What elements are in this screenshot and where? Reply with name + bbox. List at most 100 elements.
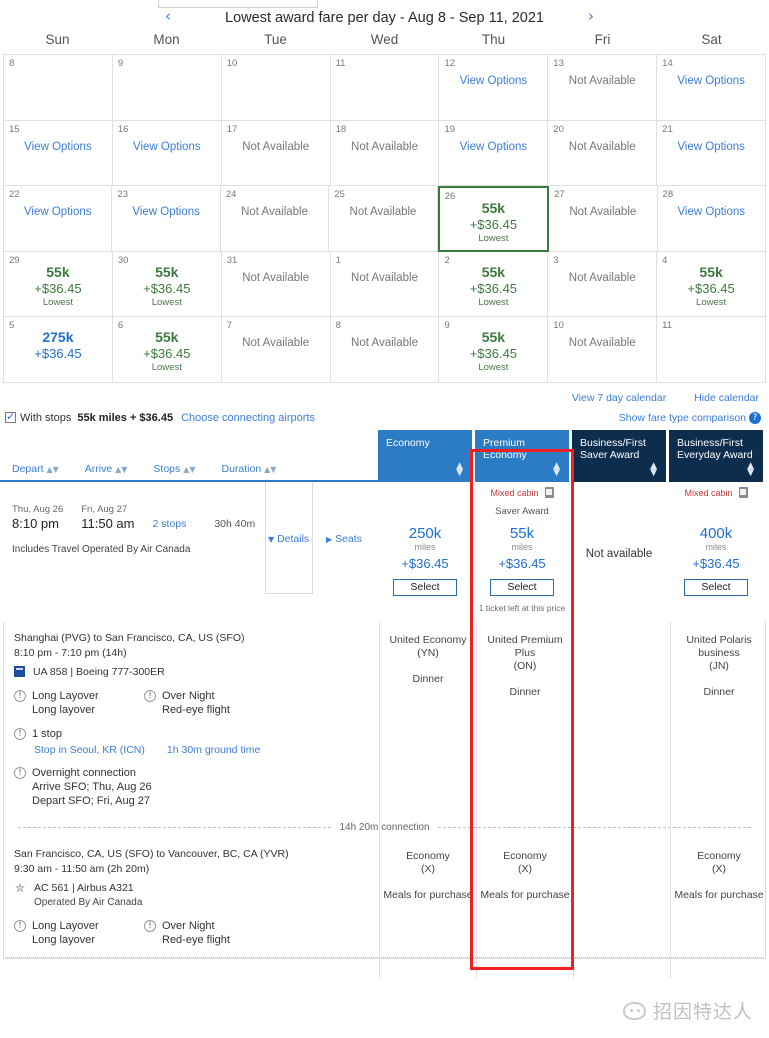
cabin-name-line: (X)	[518, 862, 532, 875]
warning-long-layover: ! Long Layover Long layover	[14, 689, 144, 717]
cabin-name-line: United Premium Plus	[487, 633, 563, 659]
view-options-link[interactable]: View Options	[657, 75, 765, 87]
calendar-day-number: 14	[662, 58, 673, 69]
calendar-day-9[interactable]: 9 55k +$36.45 Lowest	[439, 317, 549, 383]
calendar-day-8: 8	[4, 55, 113, 121]
details-button[interactable]: ▼ Details	[268, 533, 309, 545]
stops-link[interactable]: 2 stops	[152, 518, 186, 530]
alert-icon: !	[144, 919, 156, 932]
calendar-day-number: 6	[117, 320, 124, 331]
calendar-day-8[interactable]: 8 Not Available	[330, 317, 440, 383]
with-stops-checkbox[interactable]	[5, 410, 16, 423]
sort-arrows-icon: ▲▼	[264, 464, 277, 474]
sort-toggle-icon[interactable]: ▲ ▼	[747, 461, 754, 477]
calendar-day-19[interactable]: 19 View Options	[439, 120, 549, 186]
select-button[interactable]: Select	[393, 578, 457, 596]
seats-button[interactable]: ▶ Seats	[326, 533, 362, 545]
fare-column-header-0[interactable]: Economy ▲ ▼	[378, 429, 472, 482]
view-options-link[interactable]: View Options	[113, 141, 221, 153]
select-button[interactable]: Select	[684, 578, 748, 596]
warning-over-night: ! Over Night Red-eye flight	[144, 689, 274, 717]
calendar-day-31[interactable]: 31 Not Available	[221, 251, 331, 317]
calendar-day-4[interactable]: 4 55k +$36.45 Lowest	[657, 251, 767, 317]
fare-column-header-3[interactable]: Business/First Everyday Award ▲ ▼	[669, 429, 763, 482]
view-options-link[interactable]: View Options	[112, 206, 219, 218]
overnight-title: Overnight connection	[32, 766, 136, 779]
sort-by-stops[interactable]: Stops ▲▼	[153, 463, 195, 475]
calendar-day-10[interactable]: 10 Not Available	[548, 317, 658, 383]
sort-by-arrive[interactable]: Arrive ▲▼	[85, 463, 128, 475]
calendar-day-5[interactable]: 5 275k +$36.45	[4, 317, 113, 383]
choose-connecting-airports-link[interactable]: Choose connecting airports	[181, 412, 315, 424]
segment-1-warnings: ! Long Layover Long layover ! Over Night…	[14, 689, 379, 717]
sort-toggle-icon[interactable]: ▲ ▼	[650, 461, 657, 477]
calendar-day-number: 26	[444, 191, 456, 202]
calendar-day-22[interactable]: 22 View Options	[4, 186, 113, 252]
calendar-day-28[interactable]: 28 View Options	[657, 186, 766, 252]
warning-title: Over Night	[162, 919, 215, 932]
calendar-day-number: 20	[553, 123, 564, 135]
calendar-day-26[interactable]: 26 55k +$36.45 Lowest	[437, 186, 550, 252]
calendar-day-number: 5	[9, 320, 15, 331]
sort-by-duration[interactable]: Duration ▲▼	[222, 463, 277, 475]
calendar-day-14[interactable]: 14 View Options	[657, 55, 767, 121]
segment-2-cabin-1: Economy (X) Meals for purchase	[476, 837, 573, 978]
help-icon[interactable]: ?	[749, 411, 761, 424]
calendar-day-13[interactable]: 13 Not Available	[548, 55, 658, 121]
calendar-next-icon[interactable]: ›	[583, 9, 599, 24]
calendar-day-25[interactable]: 25 Not Available	[329, 186, 438, 252]
hide-calendar-link[interactable]: Hide calendar	[694, 392, 759, 404]
view-options-link[interactable]: View Options	[439, 75, 547, 87]
calendar-fare-miles: 55k	[155, 263, 179, 280]
calendar-day-27[interactable]: 27 Not Available	[549, 186, 658, 252]
depart-time: 8:10 pm	[12, 515, 59, 531]
calendar-day-2[interactable]: 2 55k +$36.45 Lowest	[439, 251, 549, 317]
calendar-prev-icon[interactable]: ‹	[160, 9, 176, 24]
calendar-day-24[interactable]: 24 Not Available	[220, 186, 330, 252]
calendar-day-number: 19	[444, 123, 456, 135]
fare-column-label: Business/First Everyday Award	[677, 436, 753, 461]
fare-column-header-2[interactable]: Business/First Saver Award ▲ ▼	[572, 429, 666, 482]
view-options-link[interactable]: View Options	[439, 141, 547, 153]
calendar-day-12[interactable]: 12 View Options	[439, 55, 549, 121]
calendar-day-6[interactable]: 6 55k +$36.45 Lowest	[112, 317, 222, 383]
view-options-link[interactable]: View Options	[657, 141, 765, 153]
calendar-day-number: 21	[662, 123, 673, 135]
sort-toggle-icon[interactable]: ▲ ▼	[456, 461, 463, 477]
stop-location-link[interactable]: Stop in Seoul, KR (ICN)	[34, 744, 145, 756]
fare-column-header-1[interactable]: Premium Economy ▲ ▼	[475, 429, 569, 482]
sort-toggle-icon[interactable]: ▲ ▼	[553, 461, 560, 477]
fare-miles: 250k	[408, 524, 442, 542]
calendar-fare-cash: +$36.45	[34, 346, 82, 361]
calendar-day-18[interactable]: 18 Not Available	[330, 120, 440, 186]
calendar-day-16[interactable]: 16 View Options	[112, 120, 222, 186]
calendar-day-7[interactable]: 7 Not Available	[221, 317, 331, 383]
warning-sub: Long layover	[32, 933, 95, 946]
fare-cash: +$36.45	[401, 555, 449, 571]
view-7-day-calendar-link[interactable]: View 7 day calendar	[572, 392, 666, 404]
weekday-fri: Fri	[594, 32, 611, 47]
calendar-day-23[interactable]: 23 View Options	[112, 186, 221, 252]
calendar-day-20[interactable]: 20 Not Available	[548, 120, 658, 186]
segment-2-cabin-2	[573, 837, 670, 978]
calendar-day-1[interactable]: 1 Not Available	[330, 251, 440, 317]
calendar-day-15[interactable]: 15 View Options	[4, 120, 113, 186]
calendar-lowest-badge: Lowest	[478, 362, 509, 373]
sort-by-depart[interactable]: Depart ▲▼	[12, 463, 59, 475]
calendar-day-number: 28	[662, 189, 674, 200]
fare-column-label: Economy	[386, 436, 430, 449]
show-fare-type-comparison-link[interactable]: Show fare type comparison ?	[619, 411, 761, 424]
mixed-cabin-label: Mixed cabin	[684, 487, 733, 498]
calendar-day-29[interactable]: 29 55k +$36.45 Lowest	[4, 251, 113, 317]
view-options-link[interactable]: View Options	[658, 206, 765, 218]
calendar-footer-links: View 7 day calendar Hide calendar	[0, 383, 769, 404]
segment-1-cabins: United Economy (YN) Dinner United Premium P…	[379, 621, 767, 841]
view-options-link[interactable]: View Options	[4, 141, 112, 153]
calendar-day-21[interactable]: 21 View Options	[657, 120, 767, 186]
calendar-day-30[interactable]: 30 55k +$36.45 Lowest	[112, 251, 222, 317]
calendar-day-17[interactable]: 17 Not Available	[221, 120, 331, 186]
calendar-day-3[interactable]: 3 Not Available	[548, 251, 658, 317]
calendar-day-number: 3	[553, 254, 559, 266]
view-options-link[interactable]: View Options	[4, 206, 111, 218]
select-button[interactable]: Select	[490, 578, 554, 596]
